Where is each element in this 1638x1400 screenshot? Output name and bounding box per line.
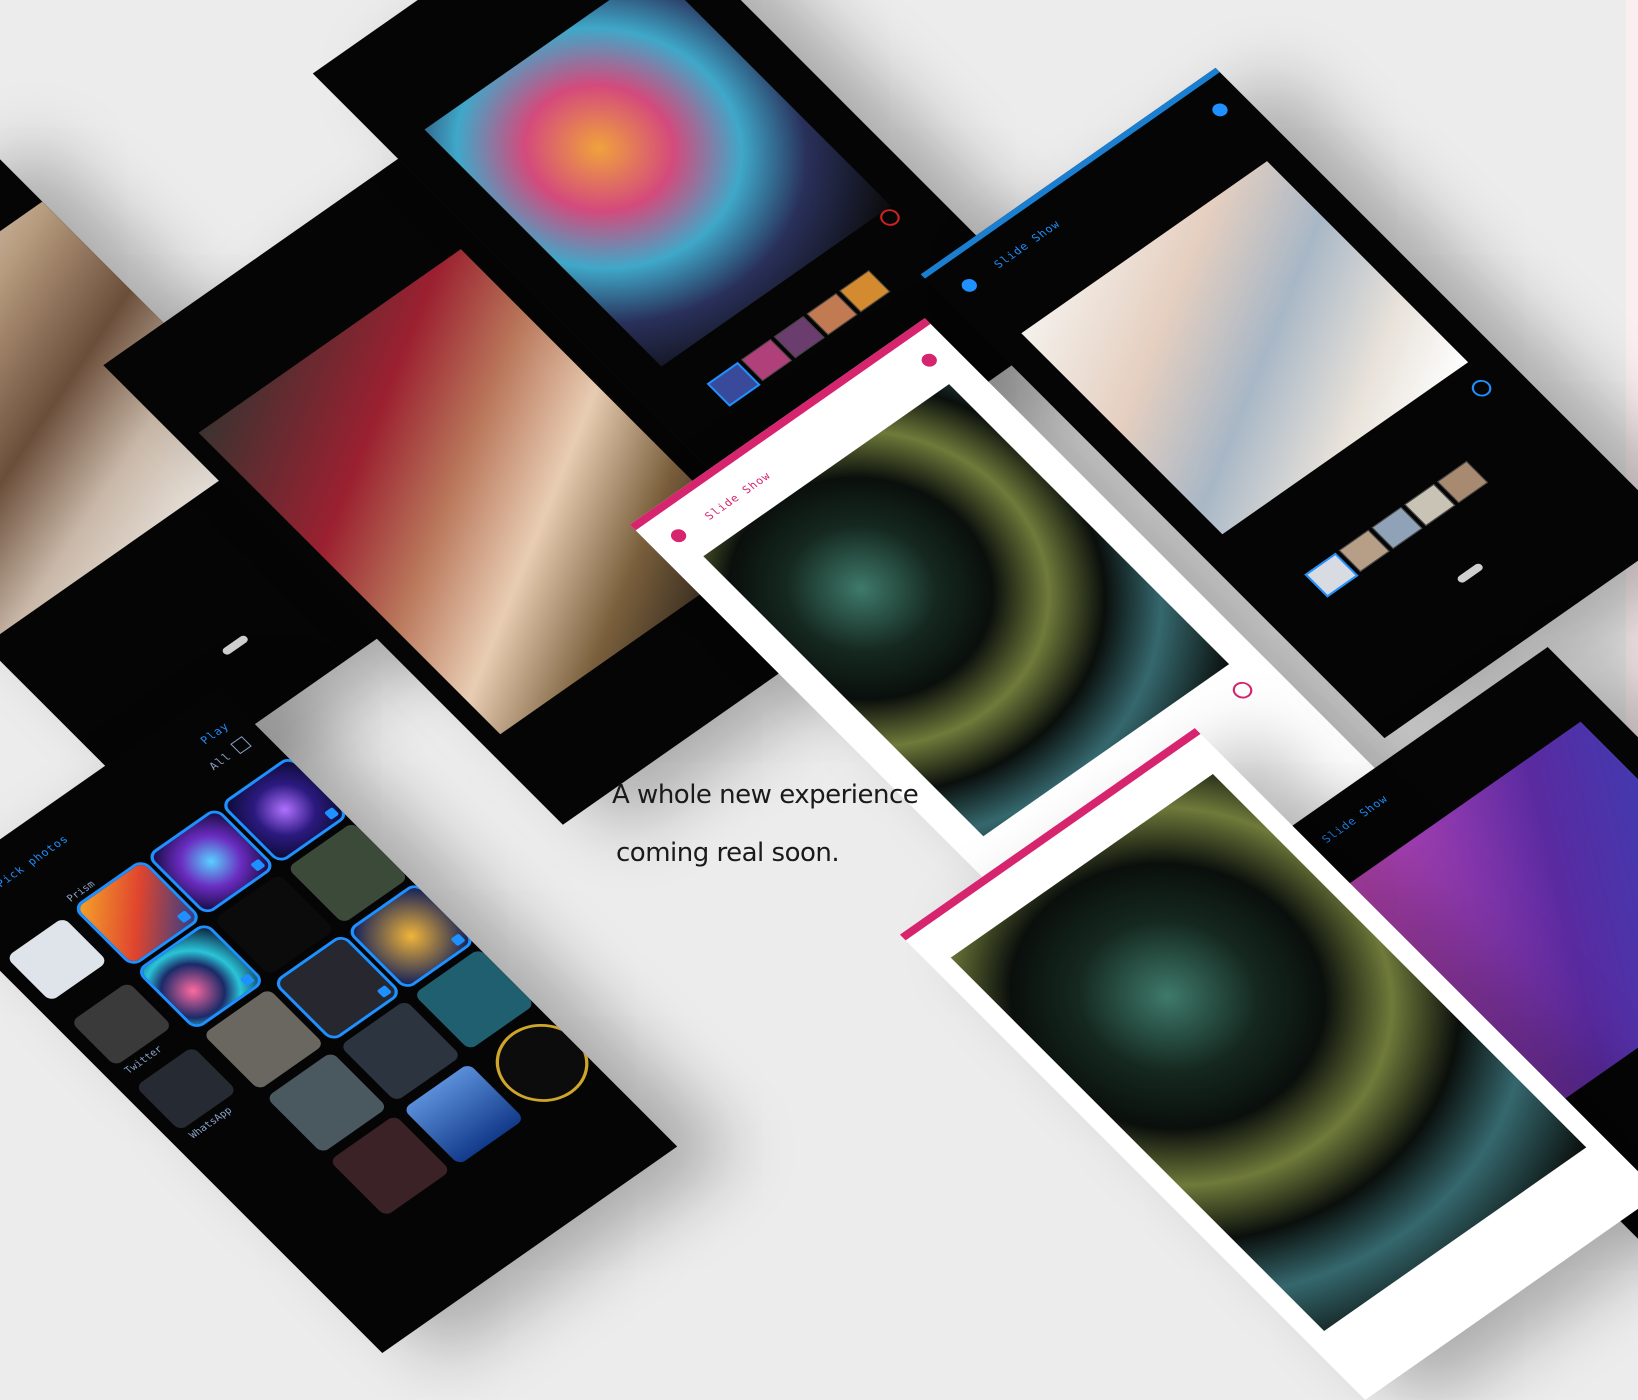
home-pill[interactable] (1455, 562, 1485, 585)
headline-line-1: A whole new experience (612, 780, 919, 810)
selected-badge (450, 933, 466, 947)
home-pill[interactable] (220, 634, 250, 657)
slideshow-title: Slide Show (991, 217, 1064, 271)
play-button[interactable]: Play (198, 720, 232, 747)
info-icon[interactable] (918, 351, 941, 370)
power-icon[interactable] (1228, 678, 1257, 702)
select-all-label: All (206, 750, 235, 773)
back-arrow-icon[interactable] (667, 526, 690, 545)
slideshow-title: Slide Show (1319, 792, 1391, 846)
info-icon[interactable] (1209, 100, 1231, 119)
photo-grid (71, 754, 608, 1221)
family-beach-photo (1021, 161, 1469, 535)
selected-badge (250, 858, 266, 872)
picker-title: Pick photos (0, 832, 72, 890)
back-arrow-icon[interactable] (958, 276, 981, 295)
selected-badge (239, 973, 256, 987)
selected-badge (323, 807, 340, 820)
selected-badge (376, 985, 392, 998)
selected-badge (176, 910, 192, 924)
power-icon[interactable] (1467, 376, 1496, 400)
checkbox-icon[interactable] (230, 736, 252, 755)
folder-tile-prism[interactable] (6, 917, 108, 1002)
headline-line-2: coming real soon. (616, 838, 840, 868)
